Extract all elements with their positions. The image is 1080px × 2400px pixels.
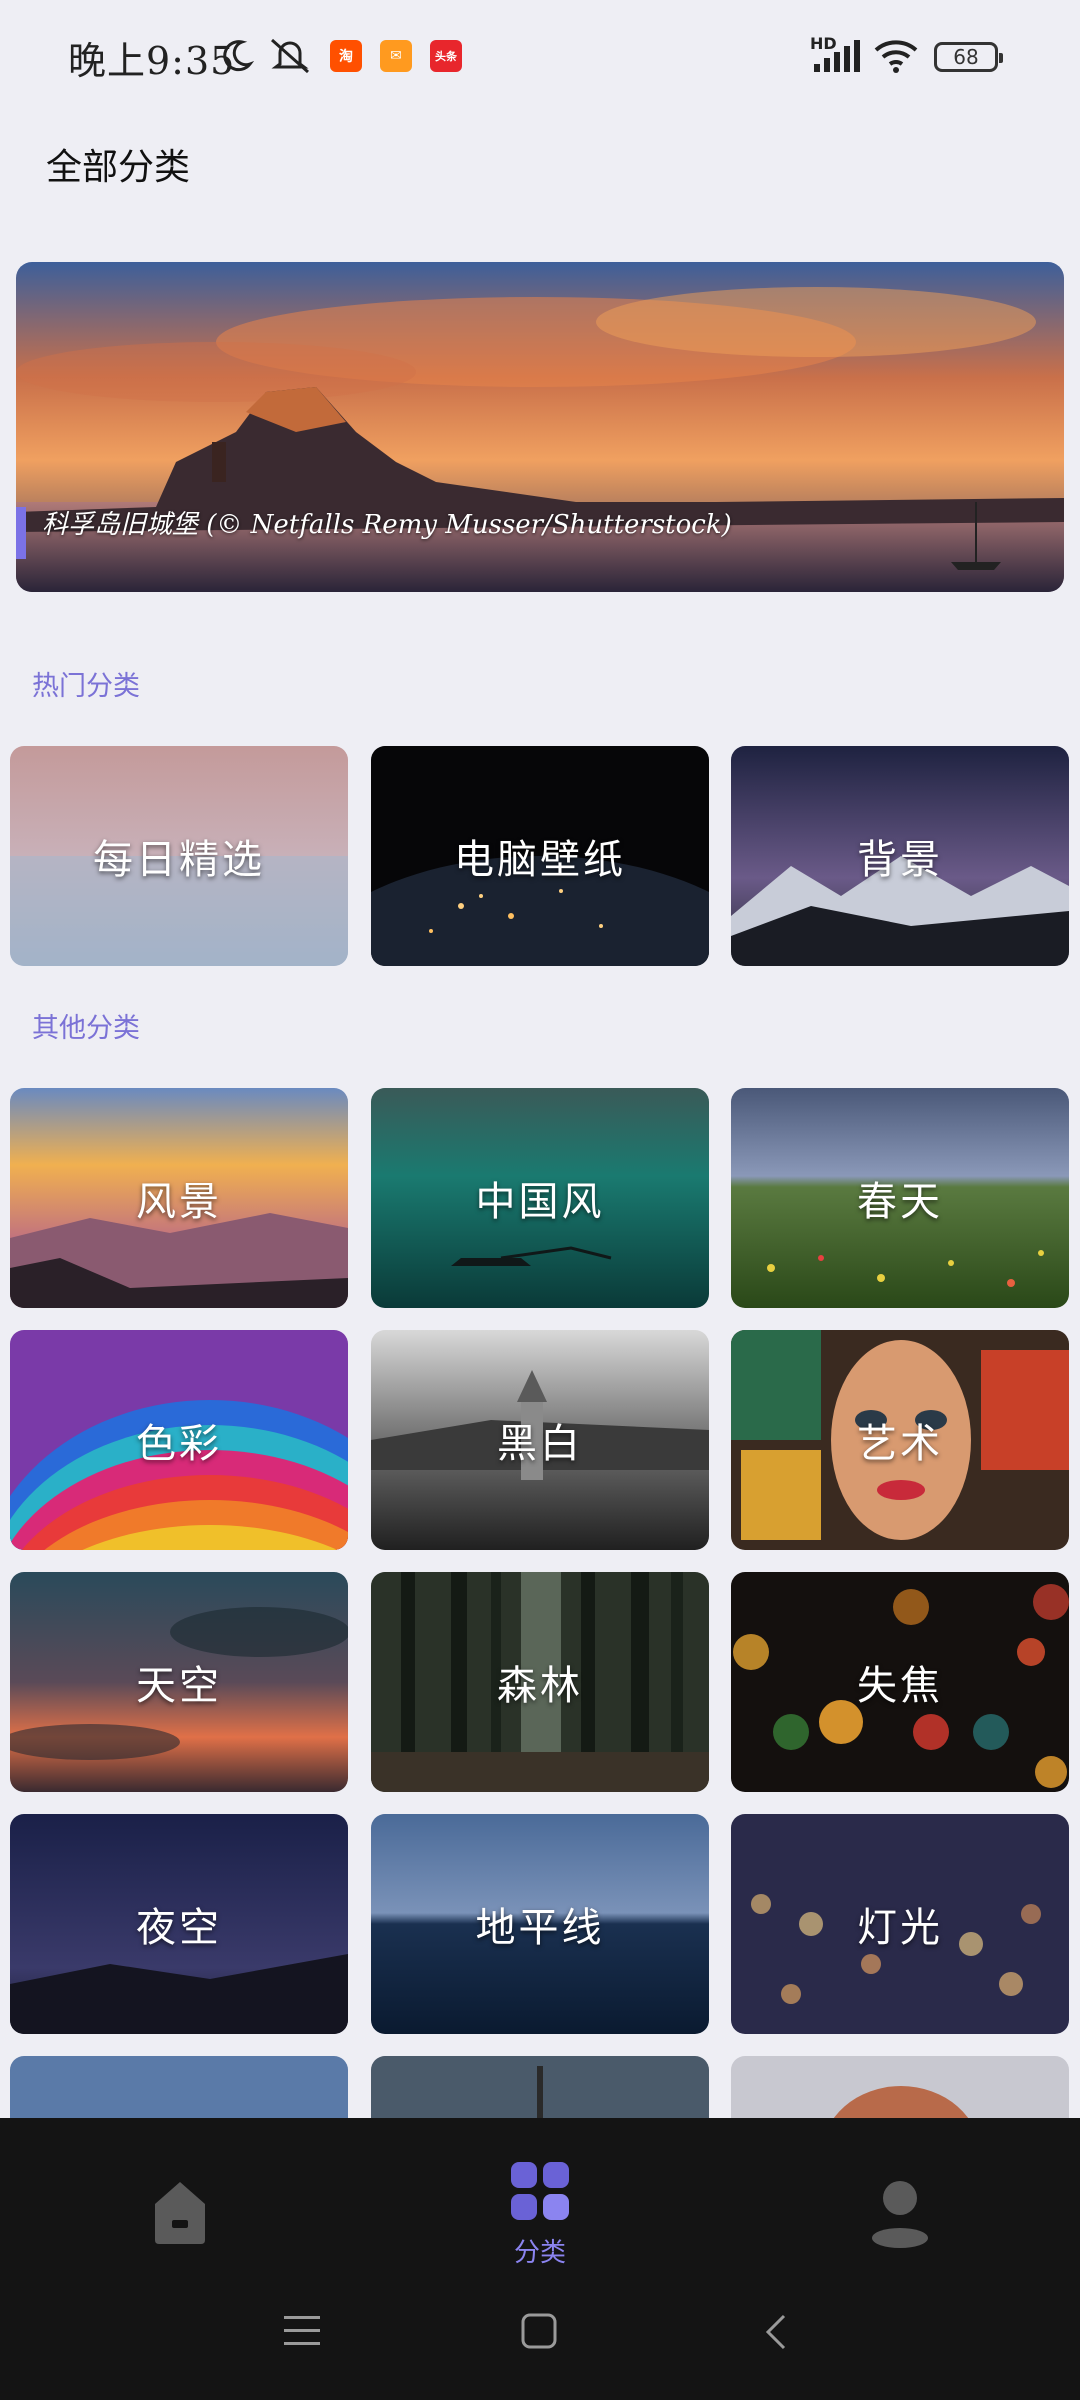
category-tile-horizon[interactable]: 地平线 [371, 1814, 709, 2034]
category-label: 春天 [857, 1179, 943, 1225]
app-screen: 晚上9:35 淘 ✉ 头条 HD 68 全部分类 科孚岛旧城堡 (© Netfa… [0, 0, 1080, 2400]
menu-icon[interactable] [282, 2314, 322, 2348]
moon-icon [223, 40, 254, 72]
nav-category-label: 分类 [513, 2238, 566, 2268]
category-tile-background[interactable]: 背景 [731, 746, 1069, 966]
category-label: 风景 [136, 1179, 222, 1225]
mute-bell-icon [271, 38, 309, 74]
category-label: 夜空 [136, 1905, 222, 1951]
wifi-icon [874, 40, 918, 73]
category-label: 黑白 [497, 1421, 583, 1467]
back-icon[interactable] [762, 2312, 790, 2352]
other-categories-label: 其他分类 [32, 1013, 140, 1044]
home-icon [155, 2182, 205, 2244]
category-tile-daily[interactable]: 每日精选 [10, 746, 348, 966]
category-label: 每日精选 [93, 837, 265, 883]
category-tile-art[interactable]: 艺术 [731, 1330, 1069, 1550]
battery-indicator: 68 [934, 42, 1003, 72]
category-tile-scenery[interactable]: 风景 [10, 1088, 348, 1308]
taobao-notification-icon: 淘 [330, 40, 362, 72]
category-label: 天空 [136, 1663, 222, 1709]
featured-banner[interactable] [16, 262, 1064, 592]
category-label: 灯光 [857, 1905, 943, 1951]
category-tile-desktop[interactable]: 电脑壁纸 [371, 746, 709, 966]
signal-icon [814, 40, 860, 72]
category-label: 背景 [857, 837, 943, 883]
banner-caption: 科孚岛旧城堡 (© Netfalls Remy Musser/Shutterst… [42, 510, 732, 540]
category-tile-lights[interactable]: 灯光 [731, 1814, 1069, 2034]
hot-categories-label: 热门分类 [32, 671, 140, 702]
category-tile-color[interactable]: 色彩 [10, 1330, 348, 1550]
nav-home[interactable] [90, 2138, 270, 2288]
user-icon [872, 2181, 928, 2248]
category-label: 失焦 [857, 1663, 943, 1709]
category-label: 色彩 [136, 1421, 222, 1467]
category-label: 中国风 [475, 1179, 605, 1225]
category-tile-night-sky[interactable]: 夜空 [10, 1814, 348, 2034]
category-tile-black-white[interactable]: 黑白 [371, 1330, 709, 1550]
category-tile-chinese-style[interactable]: 中国风 [371, 1088, 709, 1308]
category-label: 电脑壁纸 [454, 837, 626, 883]
category-tile-sky[interactable]: 天空 [10, 1572, 348, 1792]
category-tile-forest[interactable]: 森林 [371, 1572, 709, 1792]
grid-icon [511, 2162, 569, 2220]
nav-category[interactable]: 分类 [450, 2138, 630, 2288]
page-title: 全部分类 [46, 147, 191, 188]
category-tile-spring[interactable]: 春天 [731, 1088, 1069, 1308]
mail-notification-icon: ✉ [380, 40, 412, 72]
category-label: 森林 [497, 1663, 583, 1709]
news-notification-icon: 头条 [430, 40, 462, 72]
category-label: 地平线 [475, 1905, 605, 1951]
category-label: 艺术 [857, 1421, 943, 1467]
home-button-icon[interactable] [520, 2312, 558, 2350]
banner-image [16, 262, 1064, 592]
status-bar: 晚上9:35 淘 ✉ 头条 HD 68 [0, 0, 1080, 118]
category-tile-bokeh[interactable]: 失焦 [731, 1572, 1069, 1792]
status-time: 晚上9:35 [68, 39, 236, 83]
bottom-navigation: 分类 [0, 2118, 1080, 2400]
nav-profile[interactable] [810, 2138, 990, 2288]
banner-indicator [16, 507, 26, 559]
